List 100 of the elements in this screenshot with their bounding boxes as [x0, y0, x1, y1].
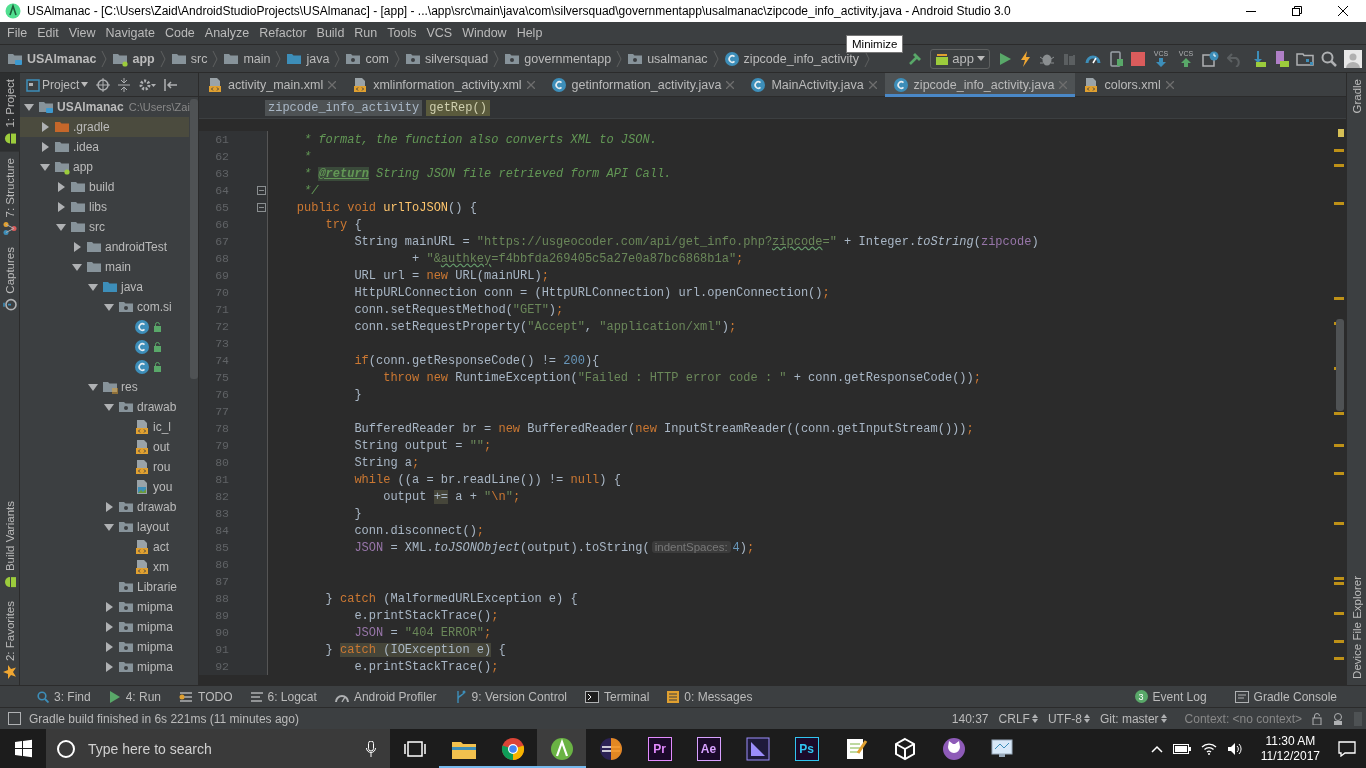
menu-item[interactable]: Edit — [32, 26, 64, 40]
tool-window-button[interactable]: 6: Logcat — [241, 689, 326, 704]
breadcrumb[interactable]: USAlmanac — [4, 50, 100, 67]
tree-item[interactable]: drawab — [20, 497, 189, 517]
collapsed-arrow-icon[interactable] — [103, 601, 115, 613]
menu-item[interactable]: Code — [159, 26, 200, 40]
breadcrumb[interactable]: app — [109, 50, 158, 67]
run-icon[interactable] — [997, 50, 1013, 67]
breadcrumb[interactable]: getRep() — [426, 99, 490, 116]
menu-item[interactable]: Analyze — [199, 26, 255, 40]
editor-tab[interactable]: colors.xml — [1075, 73, 1182, 97]
expanded-arrow-icon[interactable] — [55, 221, 67, 233]
history-icon[interactable] — [1202, 50, 1220, 67]
tree-item[interactable]: you — [20, 477, 189, 497]
expanded-arrow-icon[interactable] — [103, 401, 115, 413]
menu-item[interactable]: Help — [511, 26, 548, 40]
editor-tab[interactable]: MainActivity.java — [742, 73, 885, 97]
tree-item[interactable]: USAlmanac C:\Users\Zai — [20, 97, 189, 117]
editor-tab[interactable]: activity_main.xml — [199, 73, 345, 97]
avatar-icon[interactable] — [1344, 49, 1362, 68]
hammer-icon[interactable] — [907, 50, 924, 67]
tool-window-button[interactable]: Gradle Console — [1225, 689, 1346, 704]
expanded-arrow-icon[interactable] — [23, 101, 35, 113]
tool-window-button[interactable]: 0: Messages — [658, 689, 762, 704]
tree-item[interactable]: mipma — [20, 637, 189, 657]
lock-icon[interactable] — [1312, 712, 1322, 725]
tool-window-tab[interactable]: Gradle — [1347, 73, 1366, 120]
tree-item[interactable]: act — [20, 537, 189, 557]
close-icon[interactable] — [1338, 6, 1348, 16]
breadcrumb[interactable]: main — [220, 50, 274, 67]
tree-item[interactable]: java — [20, 277, 189, 297]
taskbar-app[interactable] — [537, 729, 586, 768]
expanded-arrow-icon[interactable] — [39, 161, 51, 173]
expanded-arrow-icon[interactable] — [71, 261, 83, 273]
hide-panel-icon[interactable] — [164, 77, 179, 92]
tree-item[interactable]: mipma — [20, 597, 189, 617]
tree-item[interactable]: xm — [20, 557, 189, 577]
collapsed-arrow-icon[interactable] — [39, 141, 51, 153]
caret-position[interactable]: 140:37 — [951, 711, 989, 726]
breadcrumb[interactable]: com — [342, 50, 393, 67]
project-structure-icon[interactable] — [1296, 50, 1314, 67]
tool-window-tab[interactable]: 1: Project — [0, 73, 20, 152]
tool-window-tab[interactable]: Captures — [0, 241, 20, 318]
microphone-icon[interactable] — [366, 740, 376, 757]
scrollbar-thumb[interactable] — [1336, 319, 1344, 411]
editor-tab[interactable]: xmlinformation_activity.xml — [344, 73, 543, 97]
tool-window-button[interactable]: Android Profiler — [325, 689, 446, 704]
menu-item[interactable]: Window — [457, 26, 512, 40]
scrollbar-thumb[interactable] — [190, 99, 198, 379]
tool-window-tab[interactable]: 2: Favorites — [0, 594, 20, 685]
tool-window-tab[interactable]: Build Variants — [0, 494, 20, 595]
tool-window-button[interactable]: 4: Run — [99, 689, 171, 704]
collapsed-arrow-icon[interactable] — [103, 641, 115, 653]
apk-phone-icon[interactable] — [1108, 50, 1124, 67]
lightning-icon[interactable] — [1020, 50, 1032, 67]
avd-manager-icon[interactable] — [1273, 50, 1289, 67]
stop-icon[interactable] — [1131, 51, 1145, 66]
tree-item[interactable]: mipma — [20, 657, 189, 677]
maximize-icon[interactable] — [1292, 6, 1302, 16]
expanded-arrow-icon[interactable] — [87, 381, 99, 393]
tree-item[interactable]: com.si — [20, 297, 189, 317]
tree-item[interactable]: res — [20, 377, 189, 397]
expanded-arrow-icon[interactable] — [103, 301, 115, 313]
breadcrumb[interactable]: zipcode_info_activity — [265, 99, 423, 116]
collapse-all-icon[interactable] — [118, 77, 131, 92]
fold-icon[interactable] — [257, 203, 266, 212]
tool-window-button[interactable]: TODO — [170, 689, 242, 704]
breadcrumb[interactable]: silversquad — [402, 50, 492, 67]
editor-tab[interactable]: zipcode_info_activity.java — [884, 73, 1076, 97]
taskbar-app[interactable]: Ae — [684, 729, 733, 768]
fold-icon[interactable] — [257, 186, 266, 195]
tool-window-tab[interactable]: 7: Structure — [0, 151, 20, 242]
tree-item[interactable]: mipma — [20, 617, 189, 637]
search-icon[interactable] — [1321, 50, 1337, 67]
editor-tab[interactable]: getinformation_activity.java — [542, 73, 743, 97]
locate-icon[interactable] — [96, 77, 111, 92]
expanded-arrow-icon[interactable] — [103, 521, 115, 533]
tree-item[interactable]: libs — [20, 197, 189, 217]
menu-item[interactable]: File — [2, 26, 33, 40]
tree-item[interactable]: build — [20, 177, 189, 197]
tree-item[interactable]: main — [20, 257, 189, 277]
collapsed-arrow-icon[interactable] — [39, 121, 51, 133]
volume-icon[interactable] — [1226, 741, 1243, 756]
tool-window-button[interactable]: 3 Event Log — [1125, 689, 1216, 704]
tree-item[interactable]: drawab — [20, 397, 189, 417]
collapsed-arrow-icon[interactable] — [55, 181, 67, 193]
settings-icon[interactable] — [138, 77, 157, 92]
breadcrumb[interactable]: usalmanac — [624, 50, 711, 67]
menu-item[interactable]: Tools — [382, 26, 422, 40]
tool-window-button[interactable]: 3: Find — [28, 689, 100, 704]
collapsed-arrow-icon[interactable] — [103, 501, 115, 513]
menu-item[interactable]: Refactor — [254, 26, 312, 40]
tree-item[interactable]: layout — [20, 517, 189, 537]
menu-item[interactable]: Navigate — [100, 26, 160, 40]
inspector-icon[interactable] — [1332, 712, 1344, 725]
encoding-selector[interactable]: UTF-8 — [1047, 711, 1090, 726]
collapsed-arrow-icon[interactable] — [103, 621, 115, 633]
taskbar-app[interactable]: Ps — [782, 729, 831, 768]
tree-item[interactable]: .gradle — [20, 117, 189, 137]
search-box[interactable]: Type here to search — [46, 729, 390, 768]
